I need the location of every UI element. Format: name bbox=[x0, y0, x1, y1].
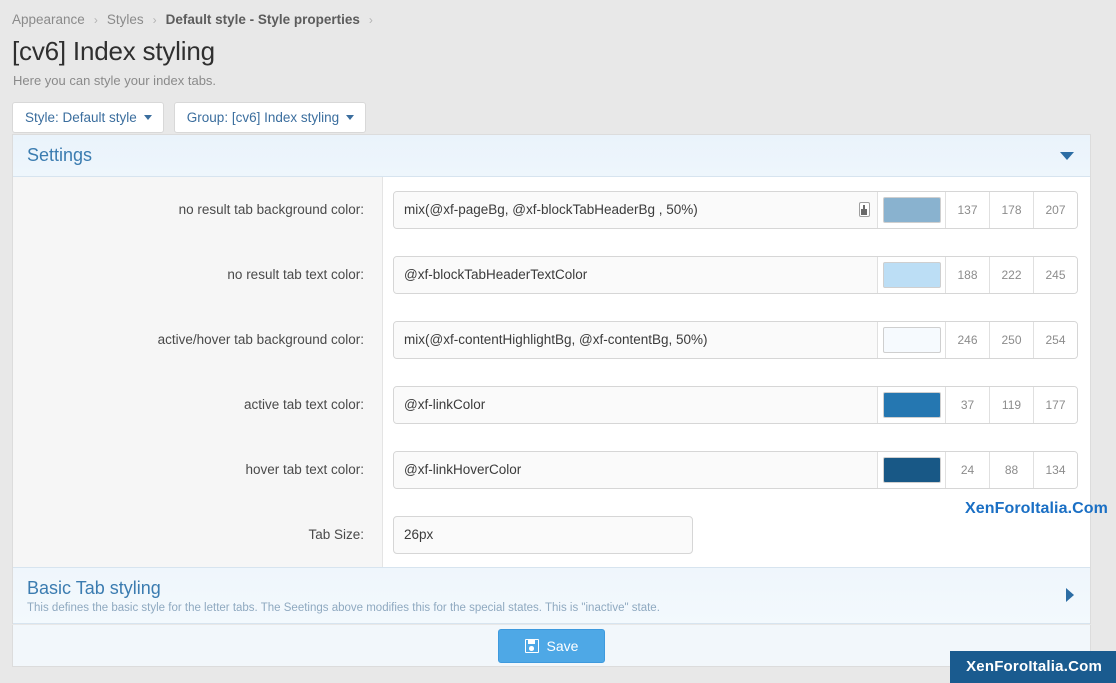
rgb-red-value: 137 bbox=[945, 191, 989, 228]
rgb-red-value: 188 bbox=[945, 256, 989, 293]
settings-section-title: Settings bbox=[27, 145, 93, 165]
group-selector-button[interactable]: Group: [cv6] Index styling bbox=[173, 102, 367, 133]
page-subtitle: Here you can style your index tabs. bbox=[13, 73, 217, 88]
color-field: 188 222 245 bbox=[393, 255, 1078, 294]
form-row-label: active tab text color: bbox=[243, 397, 364, 412]
color-swatch-cell[interactable] bbox=[877, 191, 945, 228]
page-title: [cv6] Index styling bbox=[12, 36, 215, 66]
settings-card: Settings no result tab background color: bbox=[12, 134, 1091, 625]
form-row-control bbox=[382, 515, 1090, 554]
form-row-control: 188 222 245 bbox=[382, 255, 1090, 294]
chevron-down-icon bbox=[346, 115, 355, 120]
rgb-blue-value: 177 bbox=[1033, 386, 1077, 423]
group-selector-label: Group: [cv6] Index styling bbox=[186, 110, 340, 125]
form-row-tab-size: Tab Size: bbox=[13, 502, 1090, 567]
form-row-label: Tab Size: bbox=[308, 527, 364, 542]
color-swatch-cell[interactable] bbox=[877, 321, 945, 358]
eyedropper-icon bbox=[858, 202, 870, 217]
rgb-blue-value: 134 bbox=[1033, 451, 1077, 488]
color-field: 37 119 177 bbox=[393, 385, 1078, 424]
color-swatch-cell[interactable] bbox=[877, 386, 945, 423]
form-row-control: 246 250 254 bbox=[382, 320, 1090, 359]
save-button[interactable]: Save bbox=[497, 628, 606, 663]
color-value-input[interactable] bbox=[394, 256, 877, 293]
color-field: 137 178 207 bbox=[393, 190, 1078, 229]
settings-form-body: no result tab background color: 137 178 … bbox=[13, 177, 1090, 567]
rgb-red-value: 246 bbox=[945, 321, 989, 358]
form-row: no result tab background color: 137 178 … bbox=[13, 177, 1090, 242]
selector-row: Style: Default style Group: [cv6] Index … bbox=[12, 102, 1116, 133]
rgb-blue-value: 245 bbox=[1033, 256, 1077, 293]
color-swatch-cell[interactable] bbox=[877, 256, 945, 293]
rgb-blue-value: 207 bbox=[1033, 191, 1077, 228]
form-footer: Save bbox=[12, 625, 1091, 667]
color-swatch-cell[interactable] bbox=[877, 451, 945, 488]
save-disk-icon bbox=[524, 638, 539, 653]
color-swatch bbox=[882, 261, 941, 288]
rgb-red-value: 24 bbox=[945, 451, 989, 488]
rgb-green-value: 88 bbox=[989, 451, 1033, 488]
rgb-green-value: 250 bbox=[989, 321, 1033, 358]
breadcrumb-separator: › bbox=[368, 12, 373, 27]
watermark-badge: XenForoItalia.Com bbox=[950, 651, 1116, 683]
form-row-control: 137 178 207 bbox=[382, 190, 1090, 229]
chevron-down-icon bbox=[143, 115, 152, 120]
color-value-input[interactable] bbox=[394, 451, 877, 488]
rgb-green-value: 178 bbox=[989, 191, 1033, 228]
basic-tab-styling-text: Basic Tab styling This defines the basic… bbox=[27, 576, 1066, 614]
rgb-red-value: 37 bbox=[945, 386, 989, 423]
color-swatch bbox=[882, 456, 941, 483]
form-row: hover tab text color: 24 88 134 bbox=[13, 437, 1090, 502]
chevron-right-icon[interactable] bbox=[1066, 588, 1074, 603]
breadcrumb: Appearance › Styles › Default style - St… bbox=[0, 0, 1116, 30]
chevron-down-icon[interactable] bbox=[1060, 151, 1074, 160]
basic-tab-styling-section-header[interactable]: Basic Tab styling This defines the basic… bbox=[13, 567, 1090, 625]
admin-style-properties-page: Appearance › Styles › Default style - St… bbox=[0, 0, 1116, 683]
breadcrumb-item-appearance[interactable]: Appearance bbox=[12, 12, 85, 27]
form-row-label: no result tab text color: bbox=[227, 267, 364, 282]
color-picker-button[interactable] bbox=[851, 191, 877, 228]
form-row-control: 24 88 134 bbox=[382, 450, 1090, 489]
settings-section-header[interactable]: Settings bbox=[13, 135, 1090, 177]
form-row: no result tab text color: 188 222 245 bbox=[13, 242, 1090, 307]
style-selector-label: Style: Default style bbox=[25, 110, 137, 125]
form-row-label: active/hover tab background color: bbox=[157, 332, 364, 347]
color-value-input[interactable] bbox=[394, 191, 851, 228]
form-row-control: 37 119 177 bbox=[382, 385, 1090, 424]
form-row-label: no result tab background color: bbox=[178, 202, 364, 217]
basic-tab-styling-title: Basic Tab styling bbox=[27, 578, 161, 598]
rgb-green-value: 119 bbox=[989, 386, 1033, 423]
color-field: 24 88 134 bbox=[393, 450, 1078, 489]
rgb-blue-value: 254 bbox=[1033, 321, 1077, 358]
form-row-label: hover tab text color: bbox=[245, 462, 364, 477]
color-field: 246 250 254 bbox=[393, 320, 1078, 359]
tab-size-input[interactable] bbox=[393, 515, 693, 554]
color-value-input[interactable] bbox=[394, 386, 877, 423]
color-swatch bbox=[882, 196, 941, 223]
breadcrumb-separator: › bbox=[152, 12, 157, 27]
form-row: active tab text color: 37 119 177 bbox=[13, 372, 1090, 437]
save-button-label: Save bbox=[546, 637, 579, 654]
breadcrumb-item-default-style-properties[interactable]: Default style - Style properties bbox=[166, 12, 360, 27]
basic-tab-styling-description: This defines the basic style for the let… bbox=[27, 602, 660, 615]
breadcrumb-item-styles[interactable]: Styles bbox=[107, 12, 144, 27]
color-swatch bbox=[882, 326, 941, 353]
style-selector-button[interactable]: Style: Default style bbox=[12, 102, 164, 133]
rgb-green-value: 222 bbox=[989, 256, 1033, 293]
color-value-input[interactable] bbox=[394, 321, 877, 358]
form-row: active/hover tab background color: 246 2… bbox=[13, 307, 1090, 372]
color-swatch bbox=[882, 391, 941, 418]
breadcrumb-separator: › bbox=[93, 12, 98, 27]
